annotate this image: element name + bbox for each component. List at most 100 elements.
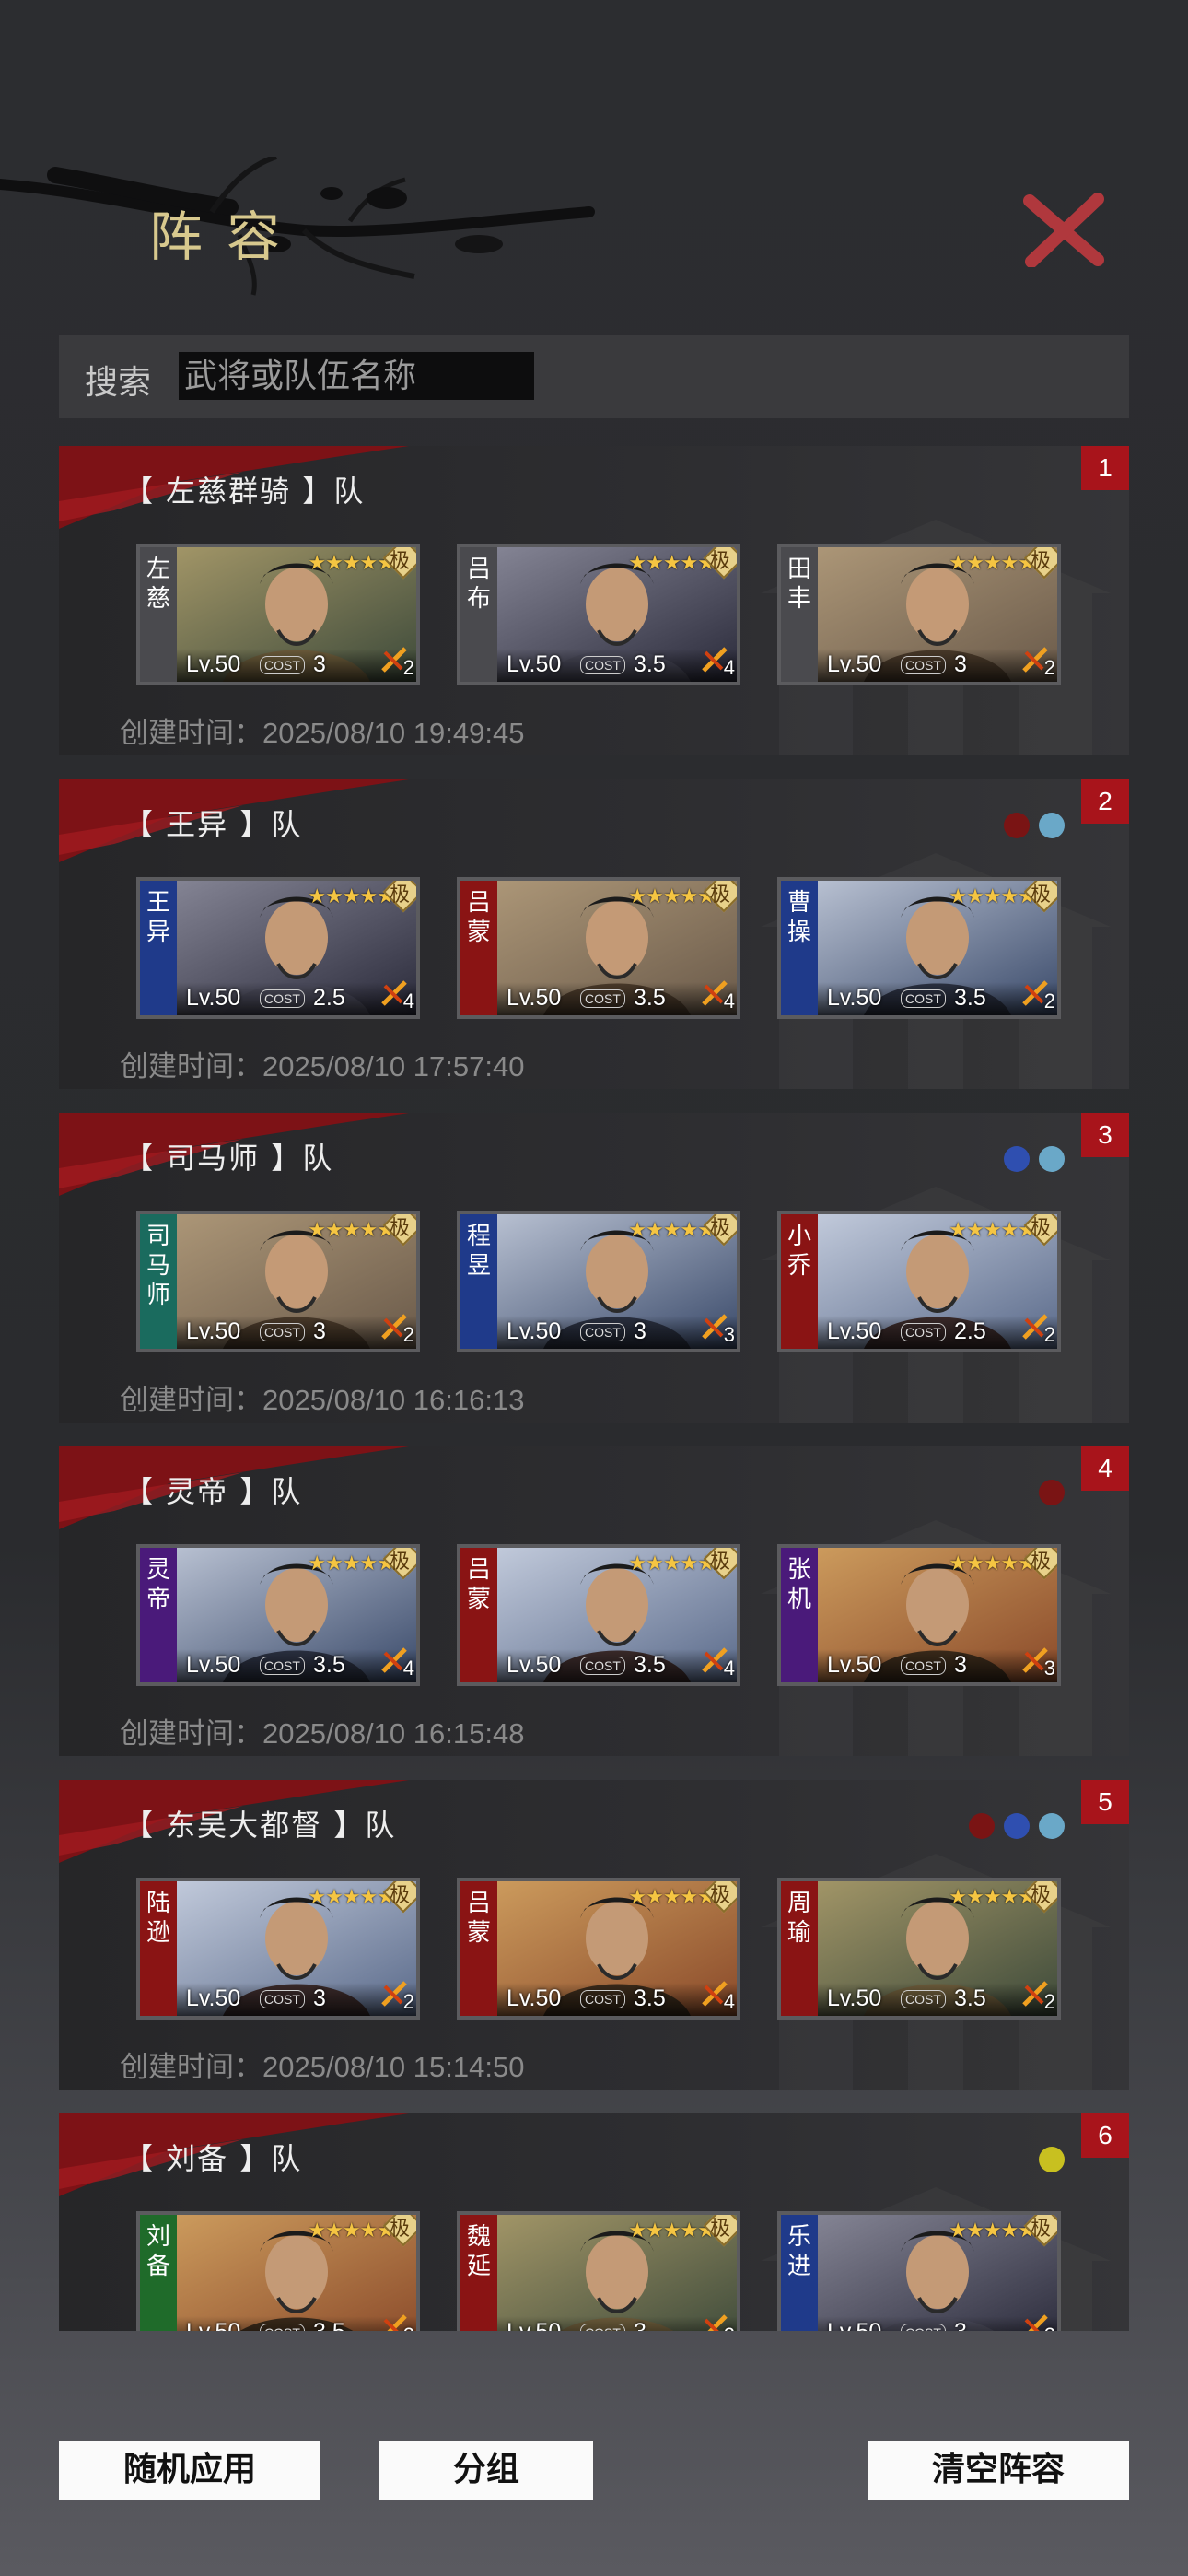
hero-card[interactable]: 刘备 ★★★★★ 极 Lv.50 COST 3.5 2 — [136, 2211, 420, 2331]
hero-card[interactable]: 陆逊 ★★★★★ 极 Lv.50 COST 3 2 — [136, 1878, 420, 2020]
group-button[interactable]: 分组 — [379, 2441, 593, 2500]
star-rating: ★★★★★ — [628, 551, 716, 574]
troop-type-level: 2 — [402, 1323, 414, 1346]
star-rating: ★★★★★ — [628, 1885, 716, 1908]
rank-badge-label: 极 — [1030, 550, 1051, 573]
hero-card[interactable]: 王异 ★★★★★ 极 Lv.50 COST 2.5 4 — [136, 877, 420, 1019]
troop-type-level: 2 — [402, 1990, 414, 2013]
team-card[interactable]: 【 司马师 】队 3 司马师 ★★★★★ 极 Lv.50 COST 3 2 程昱… — [59, 1113, 1129, 1423]
hero-level: Lv.50 — [507, 2319, 561, 2331]
hero-row: 司马师 ★★★★★ 极 Lv.50 COST 3 2 程昱 ★★★★★ 极 Lv… — [136, 1211, 1061, 1352]
hero-name: 吕蒙 — [460, 881, 497, 1015]
hero-card[interactable]: 张机 ★★★★★ 极 Lv.50 COST 3 3 — [777, 1544, 1061, 1686]
hero-level: Lv.50 — [827, 985, 882, 1011]
team-list[interactable]: 【 左慈群骑 】队 1 左慈 ★★★★★ 极 Lv.50 COST 3 2 吕布… — [59, 446, 1129, 2331]
hero-row: 陆逊 ★★★★★ 极 Lv.50 COST 3 2 吕蒙 ★★★★★ 极 Lv.… — [136, 1878, 1061, 2020]
star-rating: ★★★★★ — [628, 1551, 716, 1575]
search-input[interactable] — [179, 352, 534, 400]
hero-level: Lv.50 — [827, 1985, 882, 2011]
hero-name: 王异 — [140, 881, 177, 1015]
hero-card[interactable]: 乐进 ★★★★★ 极 Lv.50 COST 3 2 — [777, 2211, 1061, 2331]
troop-type-level: 2 — [1043, 989, 1055, 1013]
faction-dot — [1039, 813, 1065, 838]
close-icon[interactable] — [1022, 193, 1105, 267]
hero-card[interactable]: 曹操 ★★★★★ 极 Lv.50 COST 3.5 2 — [777, 877, 1061, 1019]
star-rating: ★★★★★ — [628, 884, 716, 907]
star-rating: ★★★★★ — [949, 2219, 1036, 2242]
cost-icon: COST — [260, 989, 305, 1008]
rank-badge-label: 极 — [709, 884, 730, 907]
hero-card[interactable]: 司马师 ★★★★★ 极 Lv.50 COST 3 2 — [136, 1211, 420, 1352]
team-index-badge: 4 — [1081, 1446, 1129, 1491]
cost-icon: COST — [901, 2324, 946, 2331]
hero-level: Lv.50 — [186, 1985, 241, 2011]
hero-cost: 2.5 — [313, 985, 345, 1011]
star-rating: ★★★★★ — [308, 2219, 395, 2242]
team-card[interactable]: 【 灵帝 】队 4 灵帝 ★★★★★ 极 Lv.50 COST 3.5 4 吕蒙… — [59, 1446, 1129, 1756]
ink-branch-decoration — [0, 157, 595, 296]
hero-level: Lv.50 — [827, 1318, 882, 1344]
rank-badge-label: 极 — [389, 2218, 410, 2241]
hero-level: Lv.50 — [507, 1652, 562, 1678]
rank-badge-label: 极 — [389, 550, 410, 573]
hero-card[interactable]: 周瑜 ★★★★★ 极 Lv.50 COST 3.5 2 — [777, 1878, 1061, 2020]
hero-card[interactable]: 左慈 ★★★★★ 极 Lv.50 COST 3 2 — [136, 544, 420, 685]
hero-cost: 3 — [954, 651, 967, 677]
troop-type-level: 4 — [723, 989, 735, 1013]
cost-icon: COST — [580, 989, 625, 1008]
rank-badge-label: 极 — [1030, 884, 1051, 907]
hero-cost: 3 — [954, 1652, 967, 1678]
cost-icon: COST — [580, 656, 625, 674]
hero-card[interactable]: 吕布 ★★★★★ 极 Lv.50 COST 3.5 4 — [457, 544, 740, 685]
hero-cost: 3.5 — [954, 1985, 986, 2011]
clear-lineup-button[interactable]: 清空阵容 — [868, 2441, 1129, 2500]
rank-badge-label: 极 — [709, 2218, 730, 2241]
faction-dot — [1039, 1480, 1065, 1505]
hero-card[interactable]: 吕蒙 ★★★★★ 极 Lv.50 COST 3.5 4 — [457, 1544, 740, 1686]
hero-name: 张机 — [781, 1548, 818, 1682]
hero-card[interactable]: 灵帝 ★★★★★ 极 Lv.50 COST 3.5 4 — [136, 1544, 420, 1686]
troop-type-level: 4 — [723, 656, 735, 679]
hero-card[interactable]: 吕蒙 ★★★★★ 极 Lv.50 COST 3.5 4 — [457, 877, 740, 1019]
hero-row: 灵帝 ★★★★★ 极 Lv.50 COST 3.5 4 吕蒙 ★★★★★ 极 L… — [136, 1544, 1061, 1686]
hero-card[interactable]: 小乔 ★★★★★ 极 Lv.50 COST 2.5 2 — [777, 1211, 1061, 1352]
faction-dots — [1039, 1480, 1065, 1505]
hero-level: Lv.50 — [507, 985, 562, 1011]
rank-badge-label: 极 — [1030, 1217, 1051, 1240]
hero-name: 程昱 — [460, 1214, 497, 1349]
rank-badge-label: 极 — [1030, 1551, 1051, 1574]
hero-cost: 3.5 — [313, 1652, 345, 1678]
hero-level: Lv.50 — [186, 1318, 241, 1344]
hero-card[interactable]: 吕蒙 ★★★★★ 极 Lv.50 COST 3.5 4 — [457, 1878, 740, 2020]
team-name: 【 灵帝 】队 — [123, 1474, 303, 1509]
cost-icon: COST — [901, 1990, 946, 2008]
hero-name: 乐进 — [781, 2215, 818, 2331]
troop-type-level: 4 — [723, 1657, 735, 1680]
rank-badge-label: 极 — [389, 1217, 410, 1240]
cost-icon: COST — [580, 1323, 625, 1341]
page-title: 阵容 — [149, 205, 305, 268]
hero-card[interactable]: 程昱 ★★★★★ 极 Lv.50 COST 3 3 — [457, 1211, 740, 1352]
created-time: 创建时间：2025/08/10 15:14:50 — [120, 2051, 525, 2083]
team-card[interactable]: 【 东吴大都督 】队 5 陆逊 ★★★★★ 极 Lv.50 COST 3 2 吕… — [59, 1780, 1129, 2090]
hero-card[interactable]: 田丰 ★★★★★ 极 Lv.50 COST 3 2 — [777, 544, 1061, 685]
cost-icon: COST — [580, 2324, 625, 2331]
search-label: 搜索 — [85, 363, 152, 401]
created-time: 创建时间：2025/08/10 19:49:45 — [120, 717, 525, 749]
team-card[interactable]: 【 刘备 】队 6 刘备 ★★★★★ 极 魏延 ★★★★★ 极 乐进 ★★★★★… — [59, 2113, 1129, 2331]
faction-dot — [969, 1813, 995, 1839]
rank-badge-label: 极 — [389, 884, 410, 907]
hero-cost: 3 — [313, 1985, 326, 2011]
team-name: 【 司马师 】队 — [123, 1141, 334, 1176]
team-card[interactable]: 【 左慈群骑 】队 1 左慈 ★★★★★ 极 Lv.50 COST 3 2 吕布… — [59, 446, 1129, 755]
hero-level: Lv.50 — [507, 1318, 562, 1344]
faction-dot — [1004, 1813, 1030, 1839]
cost-icon: COST — [260, 656, 305, 674]
team-name: 【 王异 】队 — [123, 807, 303, 842]
faction-dots — [1004, 813, 1065, 838]
faction-dot — [1004, 813, 1030, 838]
hero-name: 吕布 — [460, 547, 497, 682]
random-apply-button[interactable]: 随机应用 — [59, 2441, 320, 2500]
team-card[interactable]: 【 王异 】队 2 王异 ★★★★★ 极 Lv.50 COST 2.5 4 吕蒙… — [59, 779, 1129, 1089]
hero-card[interactable]: 魏延 ★★★★★ 极 Lv.50 COST 3 2 — [457, 2211, 740, 2331]
